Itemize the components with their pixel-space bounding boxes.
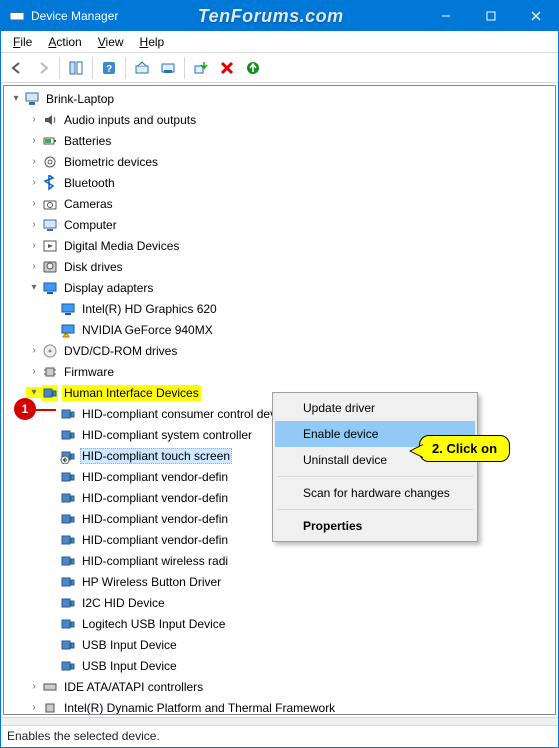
tree-item-firmware[interactable]: ›Firmware <box>4 361 555 382</box>
tree-item-i2c-hid[interactable]: I2C HID Device <box>4 592 555 613</box>
tree-item-cameras[interactable]: ›Cameras <box>4 193 555 214</box>
audio-icon <box>42 112 58 128</box>
statusbar-divider <box>1 717 558 725</box>
hid-dev-icon <box>60 658 76 674</box>
tree-item-ide[interactable]: ›IDE ATA/ATAPI controllers <box>4 676 555 697</box>
watermark-text: TenForums.com <box>118 6 423 27</box>
close-button[interactable] <box>513 1 558 31</box>
uninstall-device-button[interactable] <box>215 56 239 80</box>
root-node[interactable]: ▾ Brink-Laptop <box>4 88 555 109</box>
tree-item-dvd[interactable]: ›DVD/CD-ROM drives <box>4 340 555 361</box>
show-hide-tree-button[interactable] <box>64 56 88 80</box>
refresh-button[interactable] <box>241 56 265 80</box>
ctx-separator <box>277 476 473 477</box>
tree-item-computer[interactable]: ›Computer <box>4 214 555 235</box>
tree-item-intel-gpu[interactable]: Intel(R) HD Graphics 620 <box>4 298 555 319</box>
expand-icon[interactable]: ▾ <box>8 93 24 104</box>
device-manager-window: Device Manager TenForums.com File Action… <box>0 0 559 748</box>
ctx-scan-hardware[interactable]: Scan for hardware changes <box>275 480 475 506</box>
hid-dev-icon <box>60 406 76 422</box>
menubar: File Action View Help <box>1 31 558 53</box>
app-icon <box>9 8 25 24</box>
hid-dev-icon <box>60 574 76 590</box>
computer-icon <box>24 91 40 107</box>
statusbar: Enables the selected device. <box>1 725 558 747</box>
media-icon <box>42 238 58 254</box>
menu-view[interactable]: View <box>90 33 132 51</box>
tree-item-batteries[interactable]: ›Batteries <box>4 130 555 151</box>
hid-dev-icon <box>60 595 76 611</box>
forward-button[interactable] <box>31 56 55 80</box>
camera-icon <box>42 196 58 212</box>
hid-dev-icon <box>60 469 76 485</box>
help-button[interactable]: ? <box>97 56 121 80</box>
annotation-badge-1: 1 <box>14 398 36 420</box>
toolbar: ? <box>1 53 558 83</box>
ctx-properties[interactable]: Properties <box>275 513 475 539</box>
tree-item-nvidia-gpu[interactable]: !NVIDIA GeForce 940MX <box>4 319 555 340</box>
window-title: Device Manager <box>31 9 118 23</box>
enable-device-button[interactable] <box>189 56 213 80</box>
update-driver-button[interactable] <box>156 56 180 80</box>
maximize-button[interactable] <box>468 1 513 31</box>
hid-dev-icon <box>60 427 76 443</box>
tree-item-audio[interactable]: ›Audio inputs and outputs <box>4 109 555 130</box>
minimize-button[interactable] <box>423 1 468 31</box>
titlebar: Device Manager TenForums.com <box>1 1 558 31</box>
svg-text:?: ? <box>106 64 112 75</box>
display-icon <box>42 280 58 296</box>
tree-item-hid-wireless[interactable]: HID-compliant wireless radi <box>4 550 555 571</box>
scan-hardware-button[interactable] <box>130 56 154 80</box>
disk-icon <box>42 259 58 275</box>
chip-icon <box>42 700 58 716</box>
dvd-icon <box>42 343 58 359</box>
ctx-separator <box>277 509 473 510</box>
tree-item-bluetooth[interactable]: ›Bluetooth <box>4 172 555 193</box>
annotation-badge-2: 2. Click on <box>419 435 510 462</box>
menu-file[interactable]: File <box>5 33 40 51</box>
hid-dev-icon <box>60 511 76 527</box>
bluetooth-icon <box>42 175 58 191</box>
tree-item-usb-input2[interactable]: USB Input Device <box>4 655 555 676</box>
tree-item-usb-input1[interactable]: USB Input Device <box>4 634 555 655</box>
context-menu: Update driver Enable device Uninstall de… <box>272 392 478 542</box>
hid-dev-icon <box>60 553 76 569</box>
gpu-warning-icon: ! <box>60 322 76 338</box>
tree-item-intel-platform[interactable]: ›Intel(R) Dynamic Platform and Thermal F… <box>4 697 555 715</box>
ctx-update-driver[interactable]: Update driver <box>275 395 475 421</box>
chip-icon <box>42 364 58 380</box>
tree-item-biometric[interactable]: ›Biometric devices <box>4 151 555 172</box>
menu-help[interactable]: Help <box>132 33 173 51</box>
hid-dev-icon <box>60 490 76 506</box>
hid-disabled-icon <box>60 448 76 464</box>
svg-text:!: ! <box>65 332 66 338</box>
menu-action[interactable]: Action <box>40 33 89 51</box>
tree-item-diskdrives[interactable]: ›Disk drives <box>4 256 555 277</box>
hid-dev-icon <box>60 532 76 548</box>
tree-item-dmd[interactable]: ›Digital Media Devices <box>4 235 555 256</box>
gpu-icon <box>60 301 76 317</box>
biometric-icon <box>42 154 58 170</box>
tree-item-logitech-usb[interactable]: Logitech USB Input Device <box>4 613 555 634</box>
annotation-line-1 <box>36 409 56 411</box>
hid-dev-icon <box>60 637 76 653</box>
tree-item-display[interactable]: ▾Display adapters <box>4 277 555 298</box>
tree-item-hp-wireless-button[interactable]: HP Wireless Button Driver <box>4 571 555 592</box>
back-button[interactable] <box>5 56 29 80</box>
hid-icon <box>42 385 58 401</box>
battery-icon <box>42 133 58 149</box>
pc-icon <box>42 217 58 233</box>
hid-dev-icon <box>60 616 76 632</box>
ide-icon <box>42 679 58 695</box>
